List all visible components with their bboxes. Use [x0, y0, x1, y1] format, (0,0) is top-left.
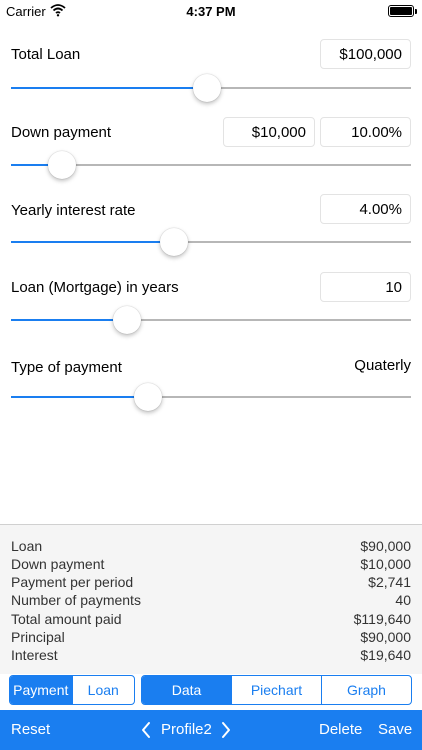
tab-data[interactable]: Data: [142, 676, 232, 704]
reset-button[interactable]: Reset: [11, 721, 50, 738]
total-loan-slider[interactable]: [11, 74, 411, 102]
summary-label: Total amount paid: [11, 611, 122, 627]
tab-loan[interactable]: Loan: [73, 676, 135, 704]
bottom-toolbar: Reset Profile2 Delete Save: [0, 710, 422, 750]
tab-payment[interactable]: Payment: [10, 676, 73, 704]
summary-label: Payment per period: [11, 574, 134, 590]
delete-button[interactable]: Delete: [319, 721, 362, 738]
down-payment-slider[interactable]: [11, 151, 411, 179]
down-payment-slider-thumb[interactable]: [47, 151, 76, 179]
summary-row: Interest $19,640: [11, 647, 411, 665]
loan-years-label: Loan (Mortgage) in years: [11, 279, 179, 296]
summary-value: $119,640: [353, 611, 411, 627]
total-loan-label: Total Loan: [11, 46, 81, 63]
summary-row: Principal $90,000: [11, 629, 411, 647]
loan-years-slider-thumb[interactable]: [113, 306, 141, 334]
view-segmented-control: Data Piechart Graph: [141, 675, 412, 705]
down-payment-amount-field[interactable]: $10,000: [223, 117, 315, 147]
battery-icon: [388, 5, 417, 17]
profile-name[interactable]: Profile2: [161, 721, 212, 738]
chevron-right-icon[interactable]: [221, 721, 231, 739]
payment-type-slider-thumb[interactable]: [134, 383, 163, 411]
summary-panel: Loan $90,000 Down payment $10,000 Paymen…: [0, 524, 422, 674]
summary-row: Number of payments 40: [11, 592, 411, 610]
status-time: 4:37 PM: [186, 4, 236, 19]
summary-value: 40: [395, 592, 411, 608]
down-payment-label: Down payment: [11, 124, 112, 141]
summary-row: Total amount paid $119,640: [11, 611, 411, 629]
summary-row: Loan $90,000: [11, 538, 411, 556]
summary-row: Payment per period $2,741: [11, 574, 411, 592]
summary-value: $90,000: [360, 629, 411, 645]
loan-years-field[interactable]: 10: [320, 272, 411, 302]
summary-label: Loan: [11, 538, 43, 554]
summary-value: $90,000: [360, 538, 411, 554]
down-payment-percent-field[interactable]: 10.00%: [320, 117, 411, 147]
status-bar: Carrier 4:37 PM: [0, 0, 422, 22]
summary-label: Number of payments: [11, 592, 141, 608]
mode-segmented-control: Payment Loan: [9, 675, 135, 705]
total-loan-slider-thumb[interactable]: [193, 74, 221, 102]
interest-rate-slider[interactable]: [11, 228, 411, 256]
payment-type-label: Type of payment: [11, 359, 122, 376]
summary-row: Down payment $10,000: [11, 556, 411, 574]
payment-type-slider[interactable]: [11, 383, 411, 411]
summary-label: Down payment: [11, 556, 105, 572]
interest-rate-label: Yearly interest rate: [11, 202, 136, 219]
payment-type-value: Quaterly: [354, 357, 411, 374]
tab-piechart[interactable]: Piechart: [232, 676, 322, 704]
summary-label: Interest: [11, 647, 58, 663]
summary-label: Principal: [11, 629, 65, 645]
loan-years-slider[interactable]: [11, 306, 411, 334]
total-loan-field[interactable]: $100,000: [320, 39, 411, 69]
summary-value: $10,000: [360, 556, 411, 572]
save-button[interactable]: Save: [378, 721, 412, 738]
interest-rate-field[interactable]: 4.00%: [320, 194, 411, 224]
summary-value: $19,640: [360, 647, 411, 663]
tab-graph[interactable]: Graph: [322, 676, 411, 704]
chevron-left-icon[interactable]: [141, 721, 151, 739]
summary-value: $2,741: [368, 574, 411, 590]
interest-rate-slider-thumb[interactable]: [159, 228, 188, 256]
